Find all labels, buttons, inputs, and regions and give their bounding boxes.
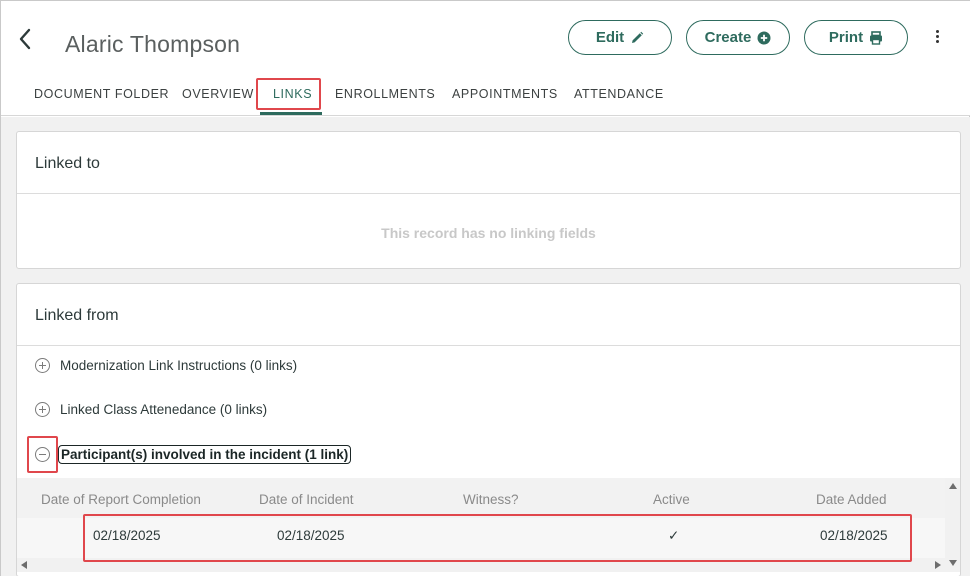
print-button[interactable]: Print: [804, 20, 908, 55]
linked-from-card: Linked from Modernization Link Instructi…: [16, 283, 961, 576]
expand-icon: [35, 358, 50, 373]
link-group-class-attendance[interactable]: Linked Class Attenedance (0 links): [35, 402, 267, 417]
cell-incident-date: 02/18/2025: [277, 528, 345, 543]
vertical-scrollbar[interactable]: [945, 478, 960, 572]
plus-circle-icon: [757, 31, 771, 45]
main-content: Linked to This record has no linking fie…: [1, 117, 970, 576]
more-vertical-icon[interactable]: [931, 28, 943, 46]
pencil-icon: [630, 31, 644, 45]
column-header[interactable]: Witness?: [463, 492, 519, 507]
empty-message: This record has no linking fields: [381, 225, 596, 241]
tab-attendance[interactable]: ATTENDANCE: [574, 87, 664, 101]
scroll-down-icon[interactable]: [949, 560, 957, 566]
column-header[interactable]: Date of Incident: [259, 492, 354, 507]
tab-bar: DOCUMENT FOLDER OVERVIEW LINKS ENROLLMEN…: [1, 79, 970, 115]
column-header[interactable]: Date of Report Completion: [41, 492, 201, 507]
tab-document-folder[interactable]: DOCUMENT FOLDER: [34, 87, 169, 101]
divider: [17, 193, 960, 194]
link-group-label: Linked Class Attenedance (0 links): [60, 402, 268, 417]
cell-report-completion: 02/18/2025: [93, 528, 161, 543]
record-header: Alaric Thompson Edit Create Print DOCUME…: [1, 1, 970, 116]
link-group-participants[interactable]: Participant(s) involved in the incident …: [35, 445, 352, 464]
edit-button[interactable]: Edit: [568, 20, 672, 55]
expand-icon: [35, 402, 50, 417]
create-button-label: Create: [704, 29, 752, 46]
cell-date-added: 02/18/2025: [820, 528, 888, 543]
linked-to-title: Linked to: [35, 155, 100, 172]
collapse-icon: [35, 447, 50, 462]
tab-appointments[interactable]: APPOINTMENTS: [452, 87, 558, 101]
printer-icon: [869, 30, 883, 45]
table-header: Date of Report Completion Date of Incide…: [17, 478, 945, 518]
link-group-label: Participant(s) involved in the incident …: [57, 445, 352, 464]
tab-enrollments[interactable]: ENROLLMENTS: [335, 87, 435, 101]
scroll-up-icon[interactable]: [949, 483, 957, 489]
table-row[interactable]: 02/18/2025 02/18/2025 ✓ 02/18/2025: [17, 518, 945, 558]
divider: [17, 345, 960, 346]
linked-from-title: Linked from: [35, 307, 119, 324]
scroll-left-icon[interactable]: [21, 561, 27, 569]
app-window: Alaric Thompson Edit Create Print DOCUME…: [0, 0, 970, 576]
linked-to-card: Linked to This record has no linking fie…: [16, 131, 961, 269]
edit-button-label: Edit: [595, 29, 625, 46]
active-tab-indicator: [260, 112, 322, 115]
tab-overview[interactable]: OVERVIEW: [182, 87, 254, 101]
tab-links[interactable]: LINKS: [273, 87, 312, 101]
scroll-right-icon[interactable]: [935, 561, 941, 569]
record-title: Alaric Thompson: [65, 31, 241, 57]
print-button-label: Print: [828, 29, 864, 46]
link-group-modernization[interactable]: Modernization Link Instructions (0 links…: [35, 358, 297, 373]
link-group-label: Modernization Link Instructions (0 links…: [60, 358, 298, 373]
back-arrow-icon[interactable]: [15, 27, 37, 51]
create-button[interactable]: Create: [686, 20, 790, 55]
column-header[interactable]: Date Added: [816, 492, 887, 507]
horizontal-scrollbar[interactable]: [17, 558, 945, 572]
check-icon: ✓: [668, 528, 680, 543]
column-header[interactable]: Active: [653, 492, 690, 507]
